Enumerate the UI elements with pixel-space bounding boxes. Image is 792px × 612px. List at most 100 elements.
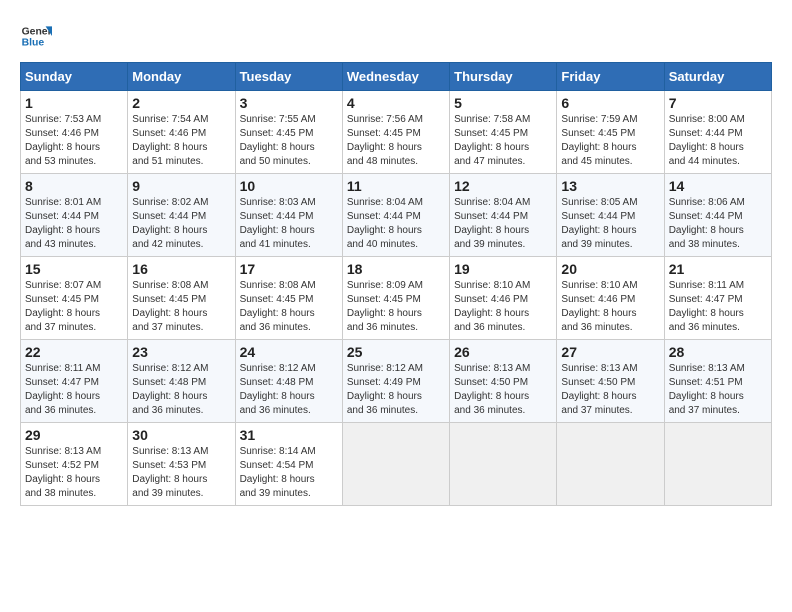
calendar-cell bbox=[450, 423, 557, 506]
day-number: 6 bbox=[561, 95, 659, 111]
day-info: Sunrise: 7:59 AMSunset: 4:45 PMDaylight:… bbox=[561, 114, 637, 167]
day-number: 1 bbox=[25, 95, 123, 111]
weekday-wednesday: Wednesday bbox=[342, 63, 449, 91]
calendar-cell: 13Sunrise: 8:05 AMSunset: 4:44 PMDayligh… bbox=[557, 174, 664, 257]
day-number: 11 bbox=[347, 178, 445, 194]
logo: General Blue bbox=[20, 20, 52, 52]
calendar-week-1: 1 Sunrise: 7:53 AMSunset: 4:46 PMDaylight… bbox=[21, 91, 772, 174]
day-number: 28 bbox=[669, 344, 767, 360]
day-number: 15 bbox=[25, 261, 123, 277]
calendar-cell bbox=[557, 423, 664, 506]
calendar-cell: 19 Sunrise: 8:10 AMSunset: 4:46 PMDayligh… bbox=[450, 257, 557, 340]
calendar-cell: 6 Sunrise: 7:59 AMSunset: 4:45 PMDaylight… bbox=[557, 91, 664, 174]
weekday-monday: Monday bbox=[128, 63, 235, 91]
calendar-cell: 2 Sunrise: 7:54 AMSunset: 4:46 PMDaylight… bbox=[128, 91, 235, 174]
day-number: 9 bbox=[132, 178, 230, 194]
day-info: Sunrise: 8:11 AMSunset: 4:47 PMDaylight:… bbox=[25, 363, 100, 416]
calendar-cell: 28 Sunrise: 8:13 AMSunset: 4:51 PMDayligh… bbox=[664, 340, 771, 423]
day-info: Sunrise: 7:56 AMSunset: 4:45 PMDaylight:… bbox=[347, 114, 423, 167]
weekday-thursday: Thursday bbox=[450, 63, 557, 91]
calendar-cell: 27 Sunrise: 8:13 AMSunset: 4:50 PMDayligh… bbox=[557, 340, 664, 423]
calendar-cell: 25Sunrise: 8:12 AMSunset: 4:49 PMDayligh… bbox=[342, 340, 449, 423]
logo-icon: General Blue bbox=[20, 20, 52, 52]
day-number: 25 bbox=[347, 344, 445, 360]
day-info: Sunrise: 7:53 AMSunset: 4:46 PMDaylight:… bbox=[25, 114, 101, 167]
weekday-sunday: Sunday bbox=[21, 63, 128, 91]
calendar-cell: 18 Sunrise: 8:09 AMSunset: 4:45 PMDayligh… bbox=[342, 257, 449, 340]
calendar-body: 1 Sunrise: 7:53 AMSunset: 4:46 PMDaylight… bbox=[21, 91, 772, 506]
day-info: Sunrise: 8:13 AMSunset: 4:51 PMDaylight:… bbox=[669, 363, 745, 416]
calendar-cell: 3 Sunrise: 7:55 AMSunset: 4:45 PMDaylight… bbox=[235, 91, 342, 174]
calendar-cell: 5Sunrise: 7:58 AMSunset: 4:45 PMDaylight… bbox=[450, 91, 557, 174]
calendar-cell bbox=[342, 423, 449, 506]
day-number: 18 bbox=[347, 261, 445, 277]
day-info: Sunrise: 7:58 AMSunset: 4:45 PMDaylight:… bbox=[454, 114, 530, 167]
day-info: Sunrise: 8:13 AMSunset: 4:50 PMDaylight:… bbox=[454, 363, 530, 416]
day-info: Sunrise: 8:00 AMSunset: 4:44 PMDaylight:… bbox=[669, 114, 745, 167]
day-info: Sunrise: 8:07 AMSunset: 4:45 PMDaylight:… bbox=[25, 280, 101, 333]
day-info: Sunrise: 7:55 AMSunset: 4:45 PMDaylight:… bbox=[240, 114, 316, 167]
day-number: 17 bbox=[240, 261, 338, 277]
day-number: 31 bbox=[240, 427, 338, 443]
day-number: 26 bbox=[454, 344, 552, 360]
calendar-cell: 31Sunrise: 8:14 AMSunset: 4:54 PMDayligh… bbox=[235, 423, 342, 506]
day-number: 10 bbox=[240, 178, 338, 194]
calendar-week-2: 8 Sunrise: 8:01 AMSunset: 4:44 PMDaylight… bbox=[21, 174, 772, 257]
day-info: Sunrise: 8:11 AMSunset: 4:47 PMDaylight:… bbox=[669, 280, 744, 333]
day-info: Sunrise: 8:08 AMSunset: 4:45 PMDaylight:… bbox=[240, 280, 316, 333]
day-number: 16 bbox=[132, 261, 230, 277]
weekday-saturday: Saturday bbox=[664, 63, 771, 91]
day-info: Sunrise: 8:05 AMSunset: 4:44 PMDaylight:… bbox=[561, 197, 637, 250]
calendar-cell: 12 Sunrise: 8:04 AMSunset: 4:44 PMDayligh… bbox=[450, 174, 557, 257]
day-number: 2 bbox=[132, 95, 230, 111]
day-number: 19 bbox=[454, 261, 552, 277]
day-info: Sunrise: 7:54 AMSunset: 4:46 PMDaylight:… bbox=[132, 114, 208, 167]
calendar-cell: 24 Sunrise: 8:12 AMSunset: 4:48 PMDayligh… bbox=[235, 340, 342, 423]
day-info: Sunrise: 8:10 AMSunset: 4:46 PMDaylight:… bbox=[454, 280, 530, 333]
day-number: 12 bbox=[454, 178, 552, 194]
day-info: Sunrise: 8:13 AMSunset: 4:53 PMDaylight:… bbox=[132, 446, 208, 499]
day-number: 27 bbox=[561, 344, 659, 360]
day-number: 8 bbox=[25, 178, 123, 194]
weekday-header-row: SundayMondayTuesdayWednesdayThursdayFrid… bbox=[21, 63, 772, 91]
calendar-cell: 23Sunrise: 8:12 AMSunset: 4:48 PMDayligh… bbox=[128, 340, 235, 423]
day-number: 20 bbox=[561, 261, 659, 277]
day-info: Sunrise: 8:03 AMSunset: 4:44 PMDaylight:… bbox=[240, 197, 316, 250]
day-number: 3 bbox=[240, 95, 338, 111]
day-info: Sunrise: 8:13 AMSunset: 4:50 PMDaylight:… bbox=[561, 363, 637, 416]
svg-text:Blue: Blue bbox=[22, 38, 45, 49]
calendar-week-4: 22Sunrise: 8:11 AMSunset: 4:47 PMDayligh… bbox=[21, 340, 772, 423]
day-info: Sunrise: 8:04 AMSunset: 4:44 PMDaylight:… bbox=[454, 197, 530, 250]
day-number: 21 bbox=[669, 261, 767, 277]
day-info: Sunrise: 8:12 AMSunset: 4:48 PMDaylight:… bbox=[240, 363, 316, 416]
calendar-cell: 29 Sunrise: 8:13 AMSunset: 4:52 PMDayligh… bbox=[21, 423, 128, 506]
calendar-cell bbox=[664, 423, 771, 506]
day-info: Sunrise: 8:02 AMSunset: 4:44 PMDaylight:… bbox=[132, 197, 208, 250]
day-number: 30 bbox=[132, 427, 230, 443]
day-number: 7 bbox=[669, 95, 767, 111]
day-number: 24 bbox=[240, 344, 338, 360]
calendar-cell: 26 Sunrise: 8:13 AMSunset: 4:50 PMDayligh… bbox=[450, 340, 557, 423]
calendar-cell: 10 Sunrise: 8:03 AMSunset: 4:44 PMDayligh… bbox=[235, 174, 342, 257]
calendar-cell: 22Sunrise: 8:11 AMSunset: 4:47 PMDayligh… bbox=[21, 340, 128, 423]
calendar-week-3: 15 Sunrise: 8:07 AMSunset: 4:45 PMDayligh… bbox=[21, 257, 772, 340]
day-info: Sunrise: 8:08 AMSunset: 4:45 PMDaylight:… bbox=[132, 280, 208, 333]
weekday-friday: Friday bbox=[557, 63, 664, 91]
calendar-cell: 7 Sunrise: 8:00 AMSunset: 4:44 PMDaylight… bbox=[664, 91, 771, 174]
calendar-cell: 30 Sunrise: 8:13 AMSunset: 4:53 PMDayligh… bbox=[128, 423, 235, 506]
weekday-tuesday: Tuesday bbox=[235, 63, 342, 91]
calendar-cell: 11 Sunrise: 8:04 AMSunset: 4:44 PMDayligh… bbox=[342, 174, 449, 257]
day-info: Sunrise: 8:06 AMSunset: 4:44 PMDaylight:… bbox=[669, 197, 745, 250]
calendar-cell: 21 Sunrise: 8:11 AMSunset: 4:47 PMDayligh… bbox=[664, 257, 771, 340]
calendar-cell: 20Sunrise: 8:10 AMSunset: 4:46 PMDayligh… bbox=[557, 257, 664, 340]
day-info: Sunrise: 8:01 AMSunset: 4:44 PMDaylight:… bbox=[25, 197, 101, 250]
day-info: Sunrise: 8:12 AMSunset: 4:48 PMDaylight:… bbox=[132, 363, 208, 416]
day-info: Sunrise: 8:09 AMSunset: 4:45 PMDaylight:… bbox=[347, 280, 423, 333]
calendar-cell: 4Sunrise: 7:56 AMSunset: 4:45 PMDaylight… bbox=[342, 91, 449, 174]
calendar-table: SundayMondayTuesdayWednesdayThursdayFrid… bbox=[20, 62, 772, 506]
day-number: 29 bbox=[25, 427, 123, 443]
calendar-cell: 17 Sunrise: 8:08 AMSunset: 4:45 PMDayligh… bbox=[235, 257, 342, 340]
day-info: Sunrise: 8:04 AMSunset: 4:44 PMDaylight:… bbox=[347, 197, 423, 250]
day-info: Sunrise: 8:13 AMSunset: 4:52 PMDaylight:… bbox=[25, 446, 101, 499]
calendar-cell: 16 Sunrise: 8:08 AMSunset: 4:45 PMDayligh… bbox=[128, 257, 235, 340]
